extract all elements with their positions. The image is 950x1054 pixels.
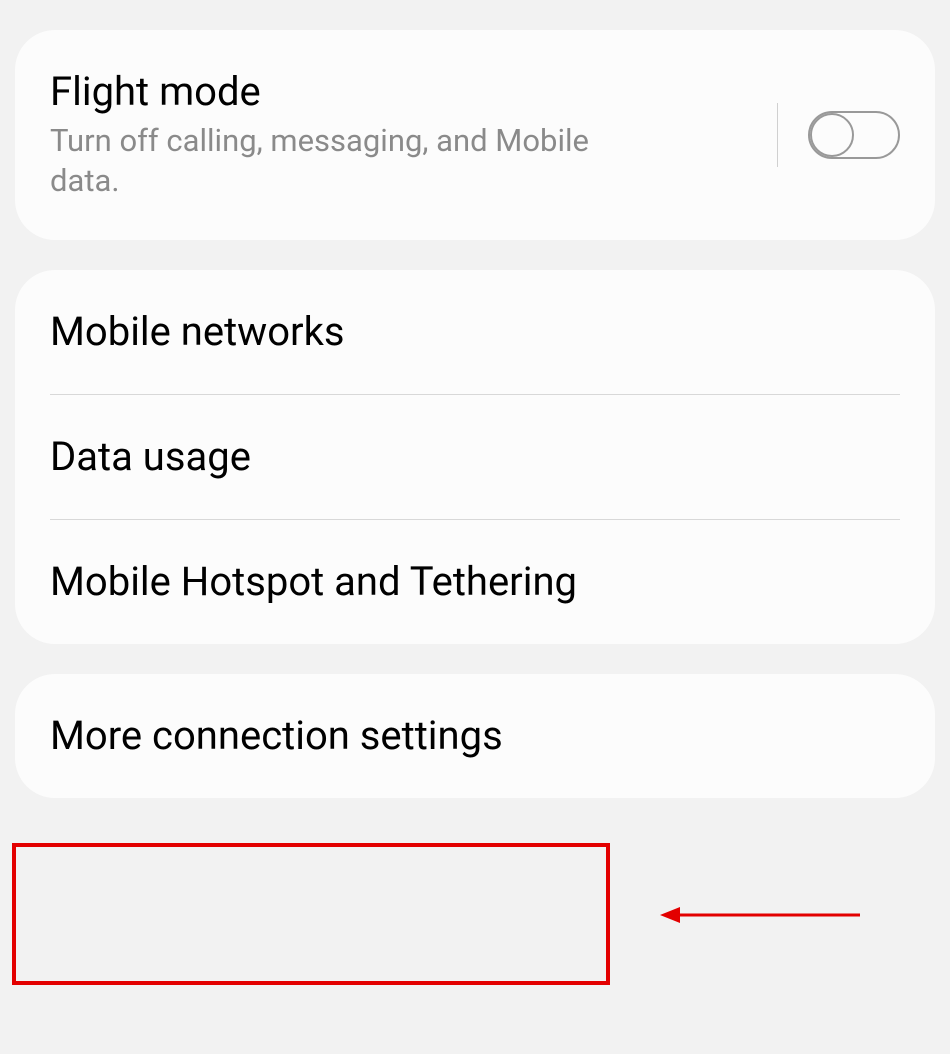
flight-mode-toggle-container — [777, 103, 900, 167]
more-connection-settings-row[interactable]: More connection settings — [15, 674, 935, 798]
flight-mode-subtitle: Turn off calling, messaging, and Mobile … — [50, 121, 610, 202]
flight-mode-title: Flight mode — [50, 68, 777, 116]
data-usage-row[interactable]: Data usage — [15, 395, 935, 519]
annotation-highlight-box — [12, 843, 610, 985]
flight-mode-row[interactable]: Flight mode Turn off calling, messaging,… — [15, 30, 935, 240]
flight-mode-toggle[interactable] — [808, 111, 900, 159]
toggle-divider — [777, 103, 778, 167]
more-connection-settings-label: More connection settings — [50, 712, 900, 760]
mobile-hotspot-label: Mobile Hotspot and Tethering — [50, 558, 900, 606]
network-card: Mobile networks Data usage Mobile Hotspo… — [15, 270, 935, 644]
mobile-networks-label: Mobile networks — [50, 308, 900, 356]
more-settings-card: More connection settings — [15, 674, 935, 798]
flight-mode-text: Flight mode Turn off calling, messaging,… — [50, 68, 777, 202]
toggle-knob-icon — [810, 113, 854, 157]
flight-mode-card: Flight mode Turn off calling, messaging,… — [15, 30, 935, 240]
mobile-networks-row[interactable]: Mobile networks — [15, 270, 935, 394]
annotation-arrow-icon — [660, 900, 860, 930]
data-usage-label: Data usage — [50, 433, 900, 481]
mobile-hotspot-row[interactable]: Mobile Hotspot and Tethering — [15, 520, 935, 644]
